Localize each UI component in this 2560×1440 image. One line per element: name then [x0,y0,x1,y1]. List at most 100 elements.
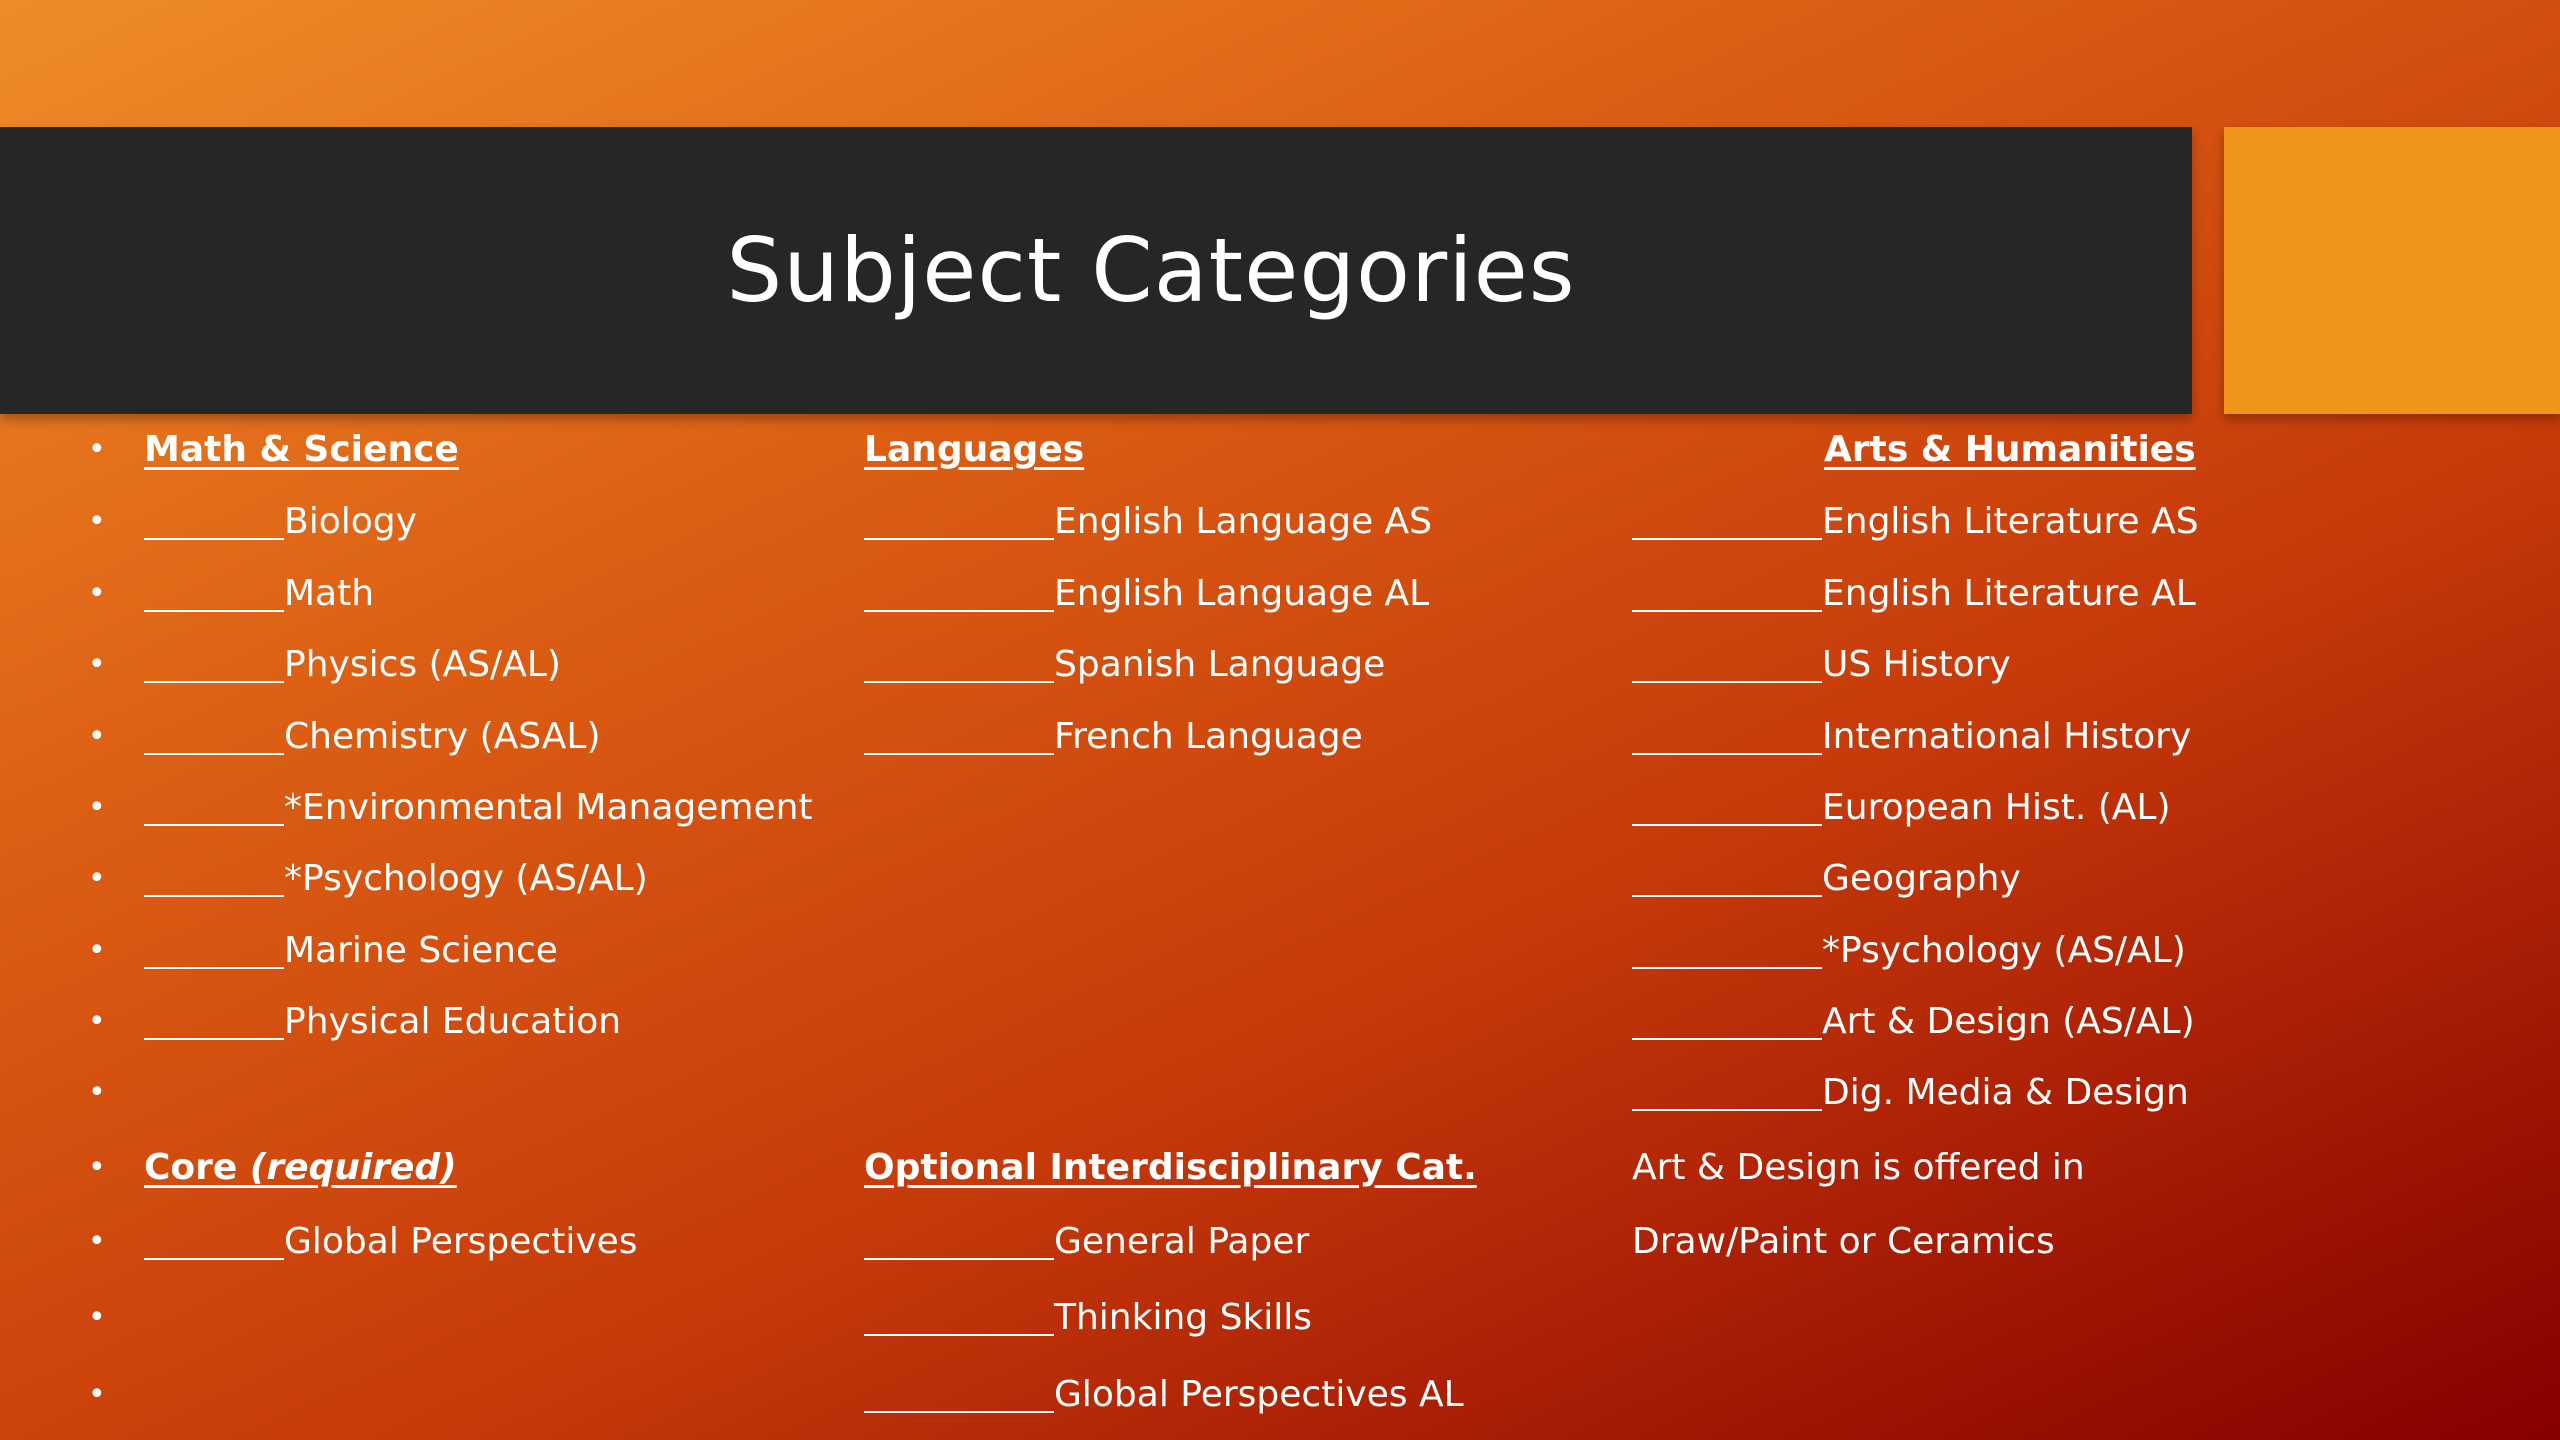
core-heading: Core (required) [144,1140,457,1196]
list-item: English Literature AL [1632,566,2196,622]
subject-label: Spanish Language [1054,644,1386,685]
subject-label: Chemistry (ASAL) [284,716,601,757]
blank-line[interactable] [144,637,284,683]
list-item: Geography [1632,851,2021,907]
subject-label: French Language [1054,716,1363,757]
blank-line[interactable] [144,994,284,1040]
list-item: Optional Interdisciplinary Cat. [864,1140,1477,1196]
subject-label: English Literature AS [1822,501,2199,542]
list-item: US History [1632,637,2011,693]
bullet: • [88,719,106,754]
subject-label: Global Perspectives AL [1054,1374,1464,1415]
bullet: • [88,861,106,896]
subject-label: Physical Education [284,1001,622,1042]
blank-line[interactable] [144,923,284,969]
blank-line[interactable] [864,566,1054,612]
subject-label: Biology [284,501,417,542]
blank-line[interactable] [1632,566,1822,612]
math-science-heading: Math & Science [144,429,459,470]
list-item: Global Perspectives AL [864,1367,1464,1423]
blank-line[interactable] [864,637,1054,683]
list-item: Spanish Language [864,637,1385,693]
bullet: • [88,1004,106,1039]
blank-line[interactable] [144,494,284,540]
list-item: Arts & Humanities [1824,422,2196,478]
bullet: • [88,1300,106,1335]
subject-label: Dig. Media & Design [1822,1072,2189,1113]
blank-line[interactable] [1632,994,1822,1040]
subject-label: Thinking Skills [1054,1297,1313,1338]
bullet: • [88,504,106,539]
list-item: French Language [864,709,1363,765]
bullet: • [88,1224,106,1259]
art-design-note-line2: Draw/Paint or Ceramics [1632,1221,2055,1262]
blank-line[interactable] [144,1214,284,1260]
list-item: International History [1632,709,2191,765]
subject-label: US History [1822,644,2011,685]
blank-line[interactable] [1632,637,1822,683]
core-heading-required: (required) [249,1147,457,1188]
subject-label: *Environmental Management [284,787,813,828]
blank-line[interactable] [144,566,284,612]
list-item: Languages [864,422,1084,478]
bullet: • [88,1150,106,1185]
subject-label: English Language AS [1054,501,1433,542]
title-bar: Subject Categories [0,127,2192,414]
slide-title: Subject Categories [726,219,1576,322]
subject-entry: Chemistry (ASAL) [144,709,601,765]
blank-line[interactable] [864,709,1054,755]
list-item: English Language AL [864,566,1429,622]
subject-label: Physics (AS/AL) [284,644,561,685]
list-item: General Paper [864,1214,1309,1270]
list-item: European Hist. (AL) [1632,780,2171,836]
subject-label: *Psychology (AS/AL) [284,858,648,899]
subject-label: Global Perspectives [284,1221,638,1262]
subject-label: European Hist. (AL) [1822,787,2171,828]
subject-label: General Paper [1054,1221,1310,1262]
subject-label: *Psychology (AS/AL) [1822,930,2186,971]
blank-line[interactable] [864,1367,1054,1413]
list-item: English Language AS [864,494,1432,550]
subject-entry: Marine Science [144,923,558,979]
blank-line[interactable] [144,709,284,755]
blank-line[interactable] [144,851,284,897]
subject-entry: *Environmental Management [144,780,813,836]
blank-line[interactable] [1632,780,1822,826]
list-item: Thinking Skills [864,1290,1312,1346]
subject-entry: *Psychology (AS/AL) [144,851,648,907]
subject-entry: Global Perspectives [144,1214,638,1270]
languages-heading: Languages [864,429,1085,470]
subject-entry: Biology [144,494,417,550]
list-item: Dig. Media & Design [1632,1065,2189,1121]
accent-square [2224,127,2560,414]
subject-entry: Physical Education [144,994,621,1050]
subject-label: English Language AL [1054,573,1430,614]
blank-line[interactable] [1632,923,1822,969]
list-item: English Literature AS [1632,494,2199,550]
art-design-note-line1: Art & Design is offered in [1632,1147,2085,1188]
blank-line[interactable] [864,1214,1054,1260]
arts-humanities-heading: Arts & Humanities [1824,429,2196,470]
subject-label: International History [1822,716,2192,757]
blank-line[interactable] [144,780,284,826]
blank-line[interactable] [1632,494,1822,540]
blank-line[interactable] [1632,1065,1822,1111]
bullet: • [88,933,106,968]
core-heading-text: Core [144,1147,250,1188]
subject-entry: Physics (AS/AL) [144,637,561,693]
blank-line[interactable] [864,494,1054,540]
bullet: • [88,647,106,682]
subject-label: English Literature AL [1822,573,2196,614]
blank-line[interactable] [1632,709,1822,755]
bullet: • [88,576,106,611]
blank-line[interactable] [1632,851,1822,897]
bullet: • [88,790,106,825]
list-item: *Psychology (AS/AL) [1632,923,2186,979]
list-item: Art & Design (AS/AL) [1632,994,2195,1050]
optional-heading: Optional Interdisciplinary Cat. [864,1147,1477,1188]
subject-label: Math [284,573,375,614]
subject-label: Marine Science [284,930,558,971]
subject-entry: Math [144,566,374,622]
bullet: • [88,1377,106,1412]
blank-line[interactable] [864,1290,1054,1336]
